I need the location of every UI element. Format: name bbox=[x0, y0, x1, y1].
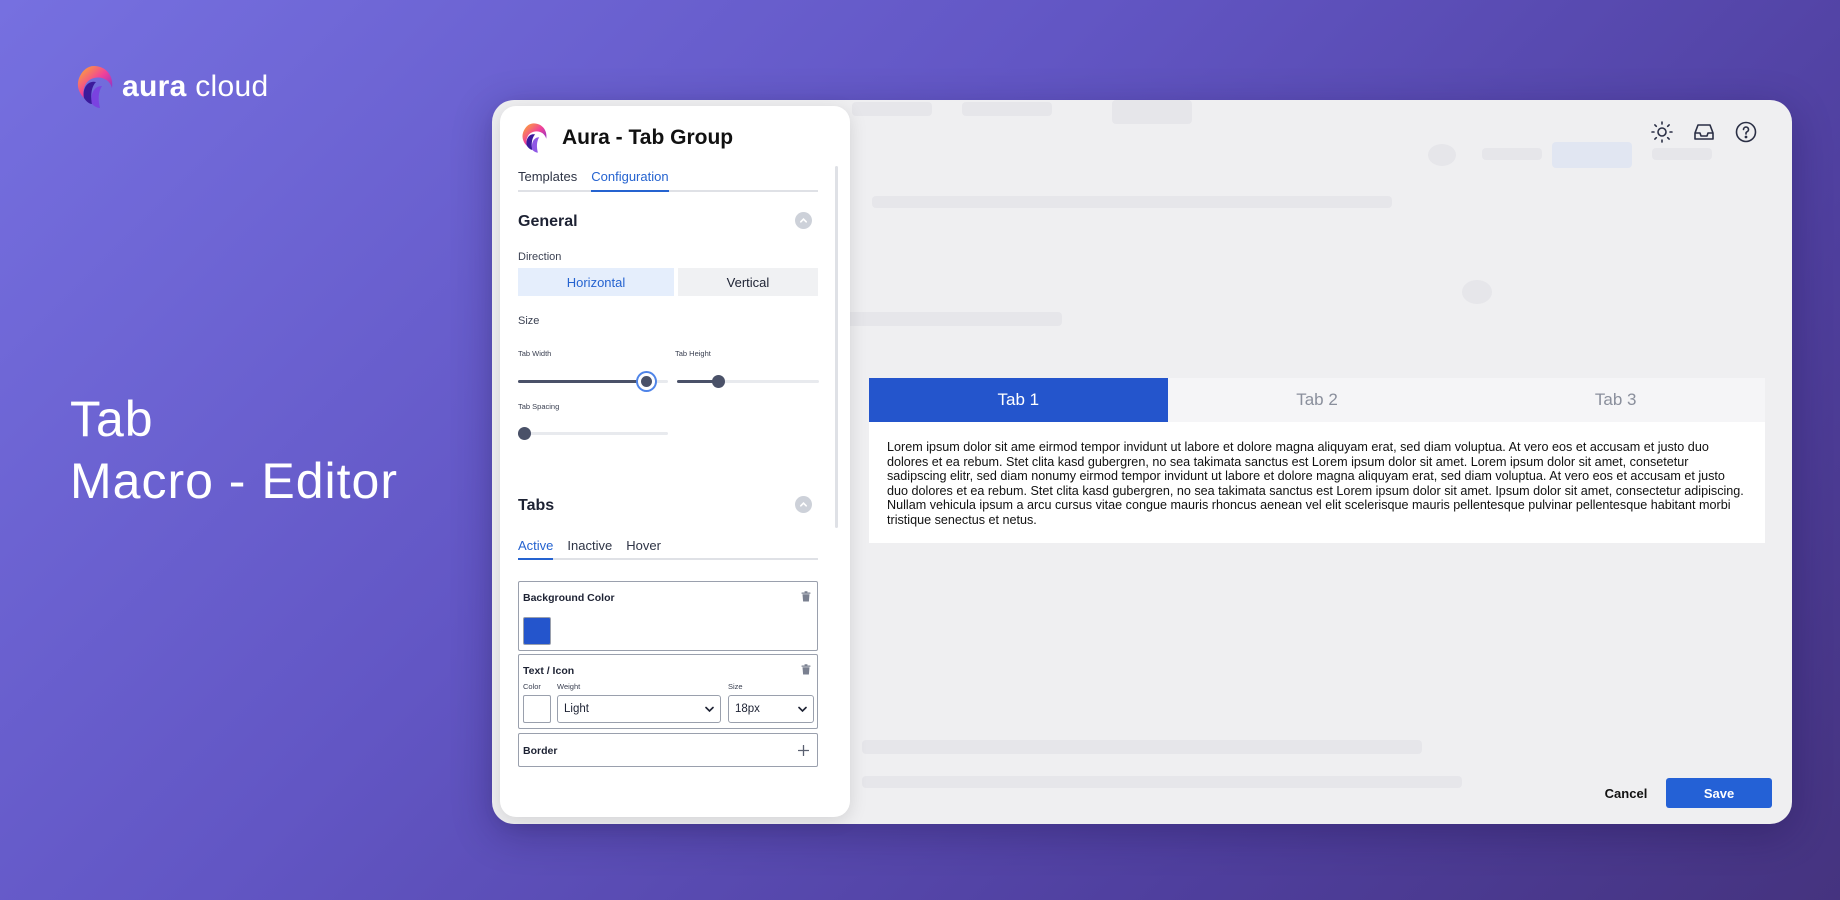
brand: aura cloud bbox=[72, 64, 268, 110]
save-button[interactable]: Save bbox=[1666, 778, 1772, 808]
panel-title: Aura - Tab Group bbox=[562, 126, 734, 149]
help-icon[interactable] bbox=[1734, 120, 1758, 144]
tab-width-slider-fill bbox=[518, 380, 647, 383]
preview-tab-strip: Tab 1 Tab 2 Tab 3 bbox=[869, 378, 1765, 422]
window-top-icons bbox=[1650, 120, 1758, 144]
cancel-button[interactable]: Cancel bbox=[1593, 778, 1659, 808]
text-color-swatch[interactable] bbox=[523, 695, 551, 723]
tab-height-slider[interactable] bbox=[677, 375, 819, 388]
chevron-up-icon bbox=[799, 218, 808, 223]
tab-hover-state[interactable]: Hover bbox=[626, 538, 661, 558]
config-panel: Aura - Tab Group Templates Configuration… bbox=[500, 106, 850, 817]
panel-tabs: Templates Configuration bbox=[518, 169, 818, 192]
panel-scrollbar[interactable] bbox=[835, 166, 838, 528]
size-select-value: 18px bbox=[735, 703, 760, 715]
text-color-label: Color bbox=[523, 682, 541, 691]
panel-header: Aura - Tab Group bbox=[518, 122, 733, 154]
tab-group-preview: Tab 1 Tab 2 Tab 3 Lorem ipsum dolor sit … bbox=[869, 378, 1765, 543]
tab-width-label: Tab Width bbox=[518, 349, 552, 358]
hero-line-2: Macro - Editor bbox=[70, 453, 398, 509]
tab-templates[interactable]: Templates bbox=[518, 169, 577, 190]
state-tabs: Active Inactive Hover bbox=[518, 538, 818, 560]
tab-height-slider-handle[interactable] bbox=[712, 375, 725, 388]
preview-tab-2[interactable]: Tab 2 bbox=[1168, 378, 1467, 422]
aura-logo-icon bbox=[77, 66, 113, 108]
general-section-title: General bbox=[518, 213, 578, 230]
text-icon-title: Text / Icon bbox=[523, 665, 575, 677]
chevron-up-icon bbox=[799, 502, 808, 507]
weight-select-value: Light bbox=[564, 703, 589, 715]
tab-spacing-slider[interactable] bbox=[518, 427, 668, 440]
border-card[interactable]: Border bbox=[518, 733, 818, 767]
preview-tab-content: Lorem ipsum dolor sit ame eirmod tempor … bbox=[869, 422, 1765, 543]
general-collapse-button[interactable] bbox=[795, 212, 812, 229]
chevron-down-icon bbox=[705, 706, 714, 713]
background-color-swatch[interactable] bbox=[523, 617, 551, 645]
size-select[interactable]: 18px bbox=[728, 695, 814, 723]
tabs-collapse-button[interactable] bbox=[795, 496, 812, 513]
plus-icon[interactable] bbox=[798, 745, 809, 756]
background-color-title: Background Color bbox=[523, 592, 615, 604]
tab-configuration[interactable]: Configuration bbox=[591, 169, 669, 192]
sun-icon[interactable] bbox=[1650, 120, 1674, 144]
size-label: Size bbox=[518, 315, 540, 327]
chevron-down-icon bbox=[798, 706, 807, 713]
inbox-icon[interactable] bbox=[1692, 120, 1716, 144]
tabs-section-title: Tabs bbox=[518, 497, 555, 514]
brand-name: aura cloud bbox=[122, 70, 269, 103]
text-icon-card: Text / Icon Color Weight Size Light 18px bbox=[518, 654, 818, 729]
preview-tab-1[interactable]: Tab 1 bbox=[869, 378, 1168, 422]
direction-horizontal-button[interactable]: Horizontal bbox=[518, 268, 674, 296]
direction-label: Direction bbox=[518, 251, 562, 263]
hero-line-1: Tab bbox=[70, 391, 154, 447]
preview-tab-3[interactable]: Tab 3 bbox=[1466, 378, 1765, 422]
aura-logo-icon bbox=[522, 123, 547, 153]
tab-height-label: Tab Height bbox=[675, 349, 711, 358]
text-size-label: Size bbox=[728, 682, 743, 691]
tab-width-slider[interactable] bbox=[518, 373, 668, 390]
tab-width-slider-handle[interactable] bbox=[638, 373, 655, 390]
weight-select[interactable]: Light bbox=[557, 695, 721, 723]
background-color-card: Background Color bbox=[518, 581, 818, 651]
tab-spacing-label: Tab Spacing bbox=[518, 402, 560, 411]
direction-vertical-button[interactable]: Vertical bbox=[678, 268, 818, 296]
trash-icon[interactable] bbox=[801, 664, 811, 675]
tab-active-state[interactable]: Active bbox=[518, 538, 554, 560]
tab-spacing-slider-handle[interactable] bbox=[518, 427, 531, 440]
tab-inactive-state[interactable]: Inactive bbox=[567, 538, 612, 558]
trash-icon[interactable] bbox=[801, 591, 811, 602]
hero-title: Tab Macro - Editor bbox=[70, 388, 398, 512]
text-weight-label: Weight bbox=[557, 682, 581, 691]
border-title: Border bbox=[523, 745, 558, 757]
